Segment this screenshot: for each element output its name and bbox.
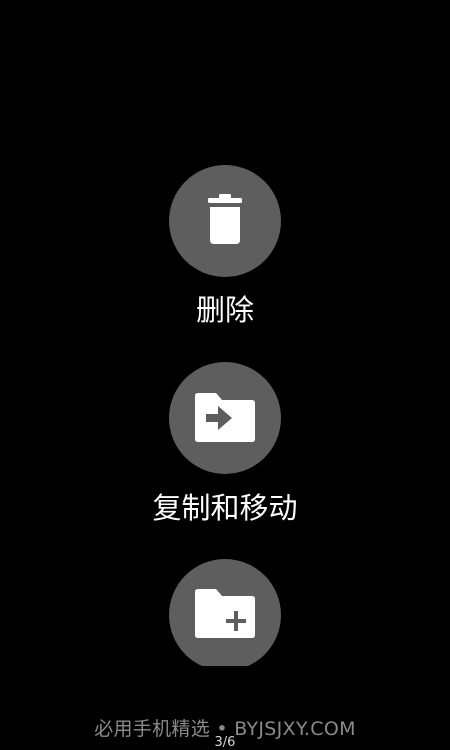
- delete-button[interactable]: [169, 165, 281, 277]
- trash-icon: [208, 194, 242, 244]
- folder-add-icon: [195, 589, 255, 638]
- page-indicator: 3/6: [214, 735, 236, 750]
- screen: 删除 复制和移动 必用手机精选 • BYJSJXY.COM 3/6: [0, 0, 450, 750]
- copy-move-button[interactable]: [169, 362, 281, 474]
- delete-label: 删除: [195, 293, 254, 327]
- folder-move-icon: [195, 393, 255, 442]
- new-folder-button[interactable]: [169, 559, 281, 671]
- copy-move-label: 复制和移动: [152, 491, 298, 525]
